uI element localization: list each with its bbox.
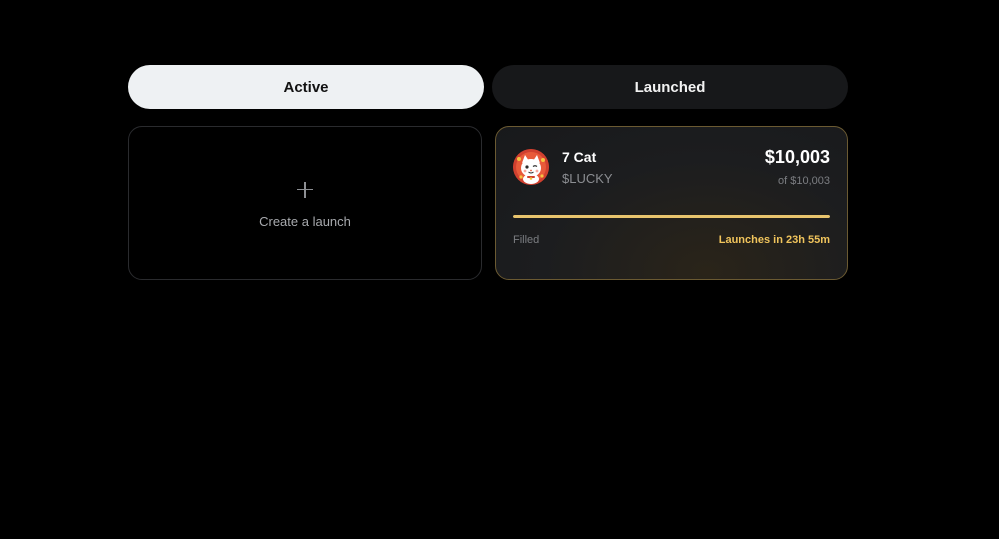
progress-bar — [513, 215, 830, 218]
token-name: 7 Cat — [562, 149, 597, 165]
tab-active[interactable]: Active — [128, 65, 484, 109]
launch-card[interactable]: 7 Cat $LUCKY $10,003 of $10,003 Filled L… — [495, 126, 848, 280]
lucky-cat-avatar-icon — [513, 149, 549, 185]
launch-tabs: Active Launched — [128, 65, 848, 109]
goal-amount: of $10,003 — [778, 175, 830, 187]
create-launch-card[interactable]: Create a launch — [128, 126, 482, 280]
launch-countdown: Launches in 23h 55m — [718, 234, 830, 246]
create-launch-label: Create a launch — [259, 213, 351, 229]
filled-label: Filled — [513, 234, 540, 246]
raised-amount: $10,003 — [764, 147, 830, 167]
launch-cards: Create a launch 7 Cat $LUCKY $10,003 of … — [128, 126, 848, 280]
plus-icon — [297, 181, 313, 198]
tab-launched[interactable]: Launched — [492, 65, 848, 109]
progress-fill — [513, 215, 830, 218]
token-ticker: $LUCKY — [562, 171, 613, 186]
